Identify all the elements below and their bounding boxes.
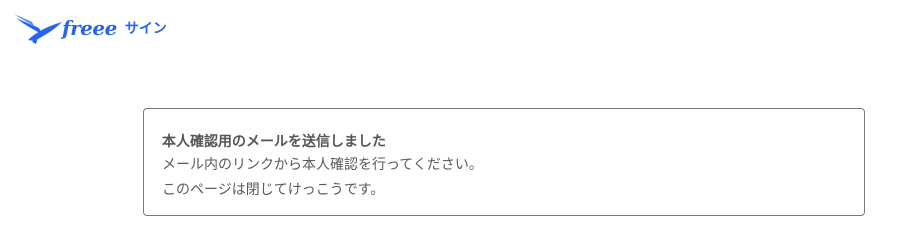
message-line-2: このページは閉じてけっこうです。	[162, 182, 385, 198]
product-name: サイン	[124, 21, 167, 37]
freee-bird-logo-icon	[14, 14, 62, 44]
freee-sign-logo[interactable]: freee サイン	[12, 10, 167, 46]
brand-name: freee	[62, 16, 117, 40]
page: freee サイン 本人確認用のメールを送信しました メール内のリンクから本人確…	[0, 0, 905, 242]
message-card: 本人確認用のメールを送信しました メール内のリンクから本人確認を行ってください。…	[143, 108, 865, 216]
message-line-1: メール内のリンクから本人確認を行ってください。	[162, 157, 483, 173]
message-title: 本人確認用のメールを送信しました	[162, 134, 386, 150]
